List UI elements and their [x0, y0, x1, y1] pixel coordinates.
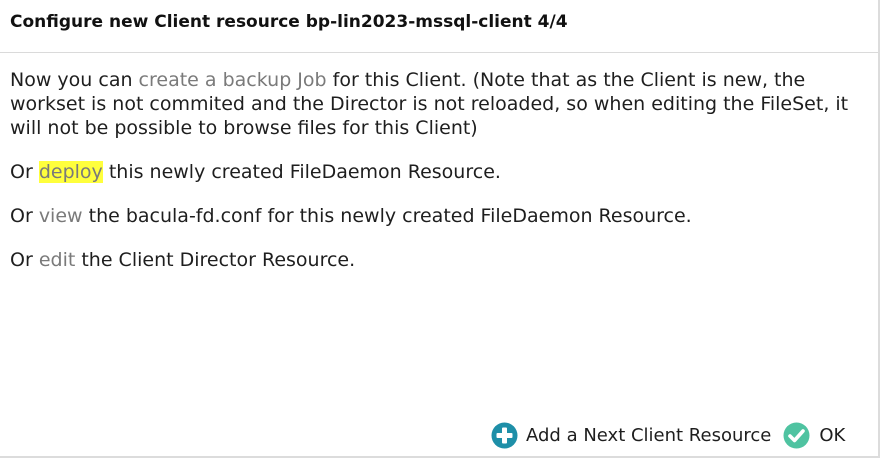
text-segment: Or: [10, 249, 39, 271]
plus-circle-icon: [491, 422, 518, 449]
text-segment: Now you can: [10, 69, 139, 91]
text-segment: the Client Director Resource.: [75, 249, 356, 271]
dialog-title: Configure new Client resource bp-lin2023…: [10, 12, 568, 32]
dialog-body: Now you can create a backup Job for this…: [10, 68, 868, 292]
text-segment: this newly created FileDaemon Resource.: [102, 161, 501, 183]
add-next-client-resource-button[interactable]: Add a Next Client Resource: [491, 422, 771, 449]
edit-client-link[interactable]: edit: [39, 249, 75, 271]
text-segment: Or: [10, 161, 39, 183]
add-next-button-label: Add a Next Client Resource: [526, 424, 772, 446]
text-segment: the bacula-fd.conf for this newly create…: [82, 205, 692, 227]
create-job-paragraph: Now you can create a backup Job for this…: [10, 68, 868, 140]
text-segment: Or: [10, 205, 39, 227]
deploy-link[interactable]: deploy: [38, 161, 103, 183]
check-circle-icon: [783, 422, 810, 449]
create-backup-job-link[interactable]: create a backup Job: [139, 69, 327, 91]
ok-button-label: OK: [819, 424, 846, 446]
dialog-actions: Add a Next Client Resource OK: [491, 420, 845, 450]
dialog-header: Configure new Client resource bp-lin2023…: [0, 0, 878, 53]
view-config-link[interactable]: view: [39, 205, 83, 227]
view-paragraph: Or view the bacula-fd.conf for this newl…: [10, 204, 868, 228]
edit-paragraph: Or edit the Client Director Resource.: [10, 248, 868, 272]
ok-button[interactable]: OK: [783, 422, 845, 449]
deploy-paragraph: Or deploy this newly created FileDaemon …: [10, 160, 868, 184]
configure-client-dialog: Configure new Client resource bp-lin2023…: [0, 0, 880, 458]
